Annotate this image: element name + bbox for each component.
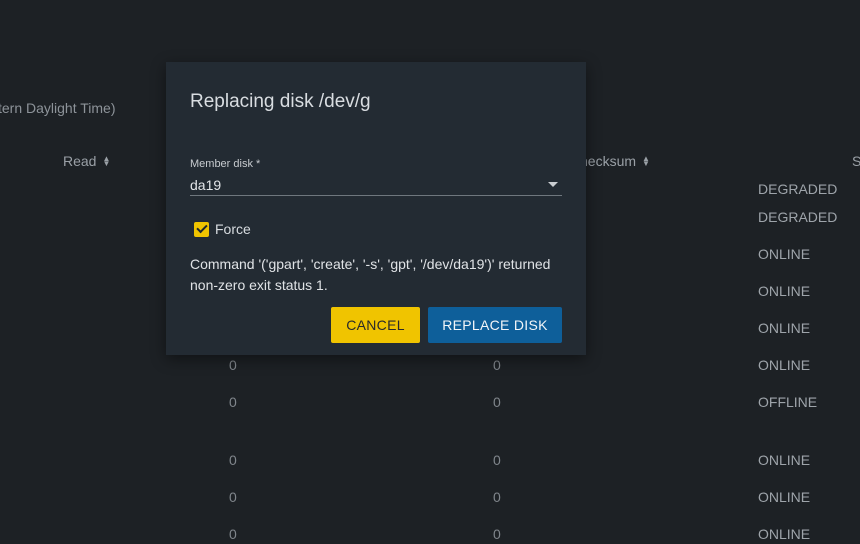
force-label[interactable]: Force [215,221,251,237]
chevron-down-icon[interactable] [548,182,558,187]
member-disk-value: da19 [190,176,222,193]
member-disk-dropdown[interactable]: da19 [190,174,562,196]
dialog-title: Replacing disk /dev/g [190,91,371,112]
replace-disk-button[interactable]: REPLACE DISK [428,307,562,343]
check-icon [195,221,208,234]
force-checkbox-row[interactable]: Force [194,221,251,237]
cancel-button[interactable]: CANCEL [331,307,420,343]
member-disk-select[interactable]: Member disk * da19 [190,158,562,196]
member-disk-label: Member disk * [190,158,261,170]
replace-disk-dialog: Replacing disk /dev/g Member disk * da19… [166,62,586,355]
error-message: Command '('gpart', 'create', '-s', 'gpt'… [190,256,551,293]
force-checkbox[interactable] [194,221,209,237]
